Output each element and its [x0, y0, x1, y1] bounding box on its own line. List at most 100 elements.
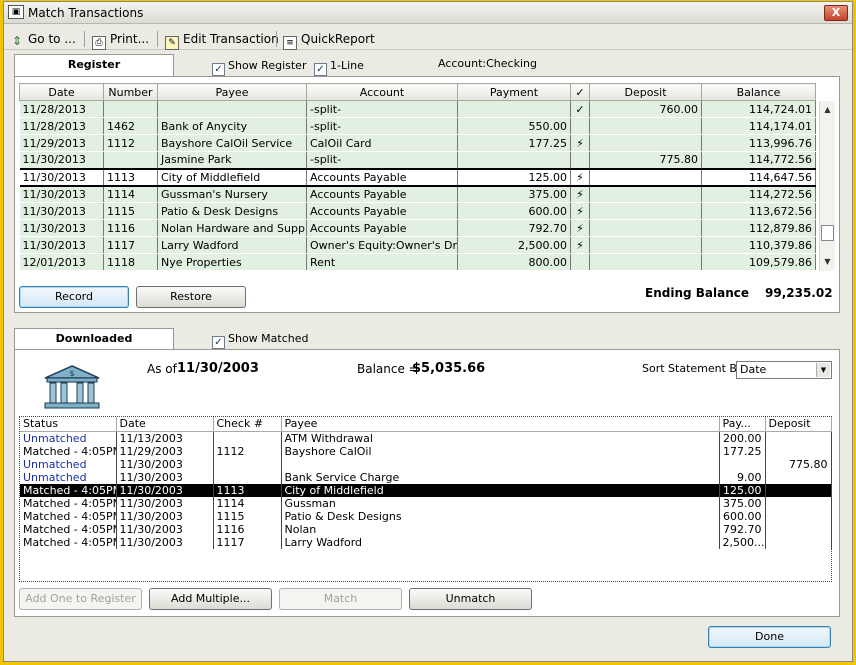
downloaded-cell[interactable]: [765, 431, 832, 445]
match-status[interactable]: Matched - 4:05PM: [20, 483, 117, 497]
register-cell[interactable]: 1115: [103, 202, 158, 220]
downloaded-cell[interactable]: 11/30/2003: [116, 483, 214, 497]
downloaded-column-header[interactable]: Check #: [213, 417, 282, 432]
match-status[interactable]: Matched - 4:05PM: [20, 444, 117, 458]
register-cell[interactable]: 114,647.56: [701, 167, 816, 187]
downloaded-cell[interactable]: 792.70: [719, 522, 766, 536]
downloaded-cell[interactable]: Nolan: [281, 522, 720, 536]
register-cell[interactable]: 11/30/2013: [19, 236, 104, 254]
register-cell[interactable]: Rent: [306, 253, 458, 271]
register-row[interactable]: 12/01/2013 1118 Nye Properties Rent 800.00 10…: [19, 253, 816, 271]
close-button[interactable]: X: [824, 5, 848, 21]
goto-button[interactable]: ⇕ Go to ...: [10, 30, 76, 48]
downloaded-column-header[interactable]: Payee: [281, 417, 720, 432]
tab-register[interactable]: Register: [14, 54, 174, 76]
add-one-to-register-button[interactable]: Add One to Register: [19, 588, 142, 610]
register-cell[interactable]: -split-: [306, 117, 458, 135]
register-row[interactable]: 11/30/2013 Jasmine Park -split- 775.80 114,7…: [19, 151, 816, 169]
downloaded-cell[interactable]: [765, 483, 832, 497]
downloaded-cell[interactable]: 1116: [213, 522, 282, 536]
register-cell[interactable]: 1112: [103, 134, 158, 152]
register-cell[interactable]: [589, 167, 702, 187]
downloaded-column-header[interactable]: Status: [20, 417, 117, 432]
downloaded-cell[interactable]: ATM Withdrawal: [281, 431, 720, 445]
register-cell[interactable]: 11/30/2013: [19, 202, 104, 220]
register-row[interactable]: 11/28/2013 -split- ✓ 760.00 114,724.01: [19, 100, 816, 118]
edit-transaction-button[interactable]: ✎ Edit Transaction: [165, 30, 279, 50]
sort-dropdown[interactable]: Date ▼: [736, 361, 832, 379]
downloaded-cell[interactable]: 200.00: [719, 431, 766, 445]
cleared-status-icon[interactable]: ⚡: [570, 236, 590, 254]
register-row[interactable]: 11/30/2013 1117 Larry Wadford Owner's Equit…: [19, 236, 816, 254]
downloaded-column-header[interactable]: Date: [116, 417, 214, 432]
register-cell[interactable]: [589, 253, 702, 271]
register-cell[interactable]: [589, 117, 702, 135]
match-status[interactable]: Unmatched: [20, 431, 117, 445]
register-cell[interactable]: 600.00: [457, 202, 571, 220]
downloaded-cell[interactable]: 1115: [213, 509, 282, 523]
match-status[interactable]: Unmatched: [20, 457, 117, 471]
downloaded-row[interactable]: Matched - 4:05PM 11/29/2003 1112 Bayshore C…: [20, 444, 832, 458]
downloaded-row[interactable]: Matched - 4:05PM 11/30/2003 1114 Gussman 375…: [20, 496, 832, 510]
match-status[interactable]: Matched - 4:05PM: [20, 522, 117, 536]
downloaded-cell[interactable]: [719, 457, 766, 471]
downloaded-cell[interactable]: 375.00: [719, 496, 766, 510]
downloaded-row[interactable]: Unmatched 11/30/2003 775.80: [20, 457, 832, 471]
register-cell[interactable]: 1462: [103, 117, 158, 135]
downloaded-cell[interactable]: [765, 535, 832, 549]
register-cell[interactable]: 800.00: [457, 253, 571, 271]
record-button[interactable]: Record: [19, 286, 129, 308]
downloaded-cell[interactable]: [213, 470, 282, 484]
downloaded-cell[interactable]: 11/30/2003: [116, 535, 214, 549]
register-row[interactable]: 11/30/2013 1114 Gussman's Nursery Accounts …: [19, 185, 816, 203]
downloaded-cell[interactable]: 1117: [213, 535, 282, 549]
scroll-down-icon[interactable]: ▼: [820, 255, 835, 269]
register-cell[interactable]: Larry Wadford: [157, 236, 307, 254]
downloaded-cell[interactable]: Patio & Desk Designs: [281, 509, 720, 523]
register-cell[interactable]: 760.00: [589, 100, 702, 118]
cleared-status-icon[interactable]: ⚡: [570, 134, 590, 152]
register-column-header[interactable]: Date: [19, 83, 104, 101]
cleared-status-icon[interactable]: ⚡: [570, 185, 590, 203]
register-cell[interactable]: 1116: [103, 219, 158, 237]
register-cell[interactable]: 109,579.86: [701, 253, 816, 271]
cleared-status-icon[interactable]: ⚡: [570, 219, 590, 237]
register-cell[interactable]: 11/28/2013: [19, 117, 104, 135]
register-cell[interactable]: [457, 151, 571, 169]
register-column-header[interactable]: Account: [306, 83, 458, 101]
downloaded-column-header[interactable]: Pay...: [719, 417, 766, 432]
downloaded-cell[interactable]: [765, 444, 832, 458]
register-cell[interactable]: 1114: [103, 185, 158, 203]
downloaded-cell[interactable]: [281, 457, 720, 471]
register-cell[interactable]: [103, 151, 158, 169]
downloaded-cell[interactable]: 1113: [213, 483, 282, 497]
register-column-header[interactable]: Payment: [457, 83, 571, 101]
one-line-checkbox[interactable]: ✓ 1-Line: [314, 59, 364, 76]
register-cell[interactable]: 114,772.56: [701, 151, 816, 169]
downloaded-row[interactable]: Matched - 4:05PM 11/30/2003 1116 Nolan 792.7…: [20, 522, 832, 536]
cleared-status-icon[interactable]: [570, 253, 590, 271]
register-cell[interactable]: 113,672.56: [701, 202, 816, 220]
downloaded-row[interactable]: Unmatched 11/30/2003 Bank Service Charge 9.…: [20, 470, 832, 484]
downloaded-cell[interactable]: 775.80: [765, 457, 832, 471]
downloaded-cell[interactable]: 2,500....: [719, 535, 766, 549]
register-cell[interactable]: 550.00: [457, 117, 571, 135]
downloaded-cell[interactable]: 11/30/2003: [116, 457, 214, 471]
register-row[interactable]: 11/30/20131116Nolan Hardware and Supplie…: [19, 219, 816, 237]
downloaded-cell[interactable]: [765, 509, 832, 523]
register-cell[interactable]: 1113: [103, 167, 158, 187]
register-cell[interactable]: City of Middlefield: [157, 167, 307, 187]
register-column-header[interactable]: Deposit: [589, 83, 702, 101]
match-status[interactable]: Matched - 4:05PM: [20, 496, 117, 510]
register-cell[interactable]: [589, 185, 702, 203]
register-cell[interactable]: 2,500.00: [457, 236, 571, 254]
register-cell[interactable]: [103, 100, 158, 118]
register-column-header[interactable]: ✓: [570, 83, 590, 101]
downloaded-cell[interactable]: 125.00: [719, 483, 766, 497]
done-button[interactable]: Done: [708, 626, 831, 648]
register-row[interactable]: 11/30/2013 1115 Patio & Desk Designs Accoun…: [19, 202, 816, 220]
register-cell[interactable]: [457, 100, 571, 118]
register-cell[interactable]: 114,272.56: [701, 185, 816, 203]
downloaded-cell[interactable]: 11/30/2003: [116, 509, 214, 523]
downloaded-cell[interactable]: 177.25: [719, 444, 766, 458]
